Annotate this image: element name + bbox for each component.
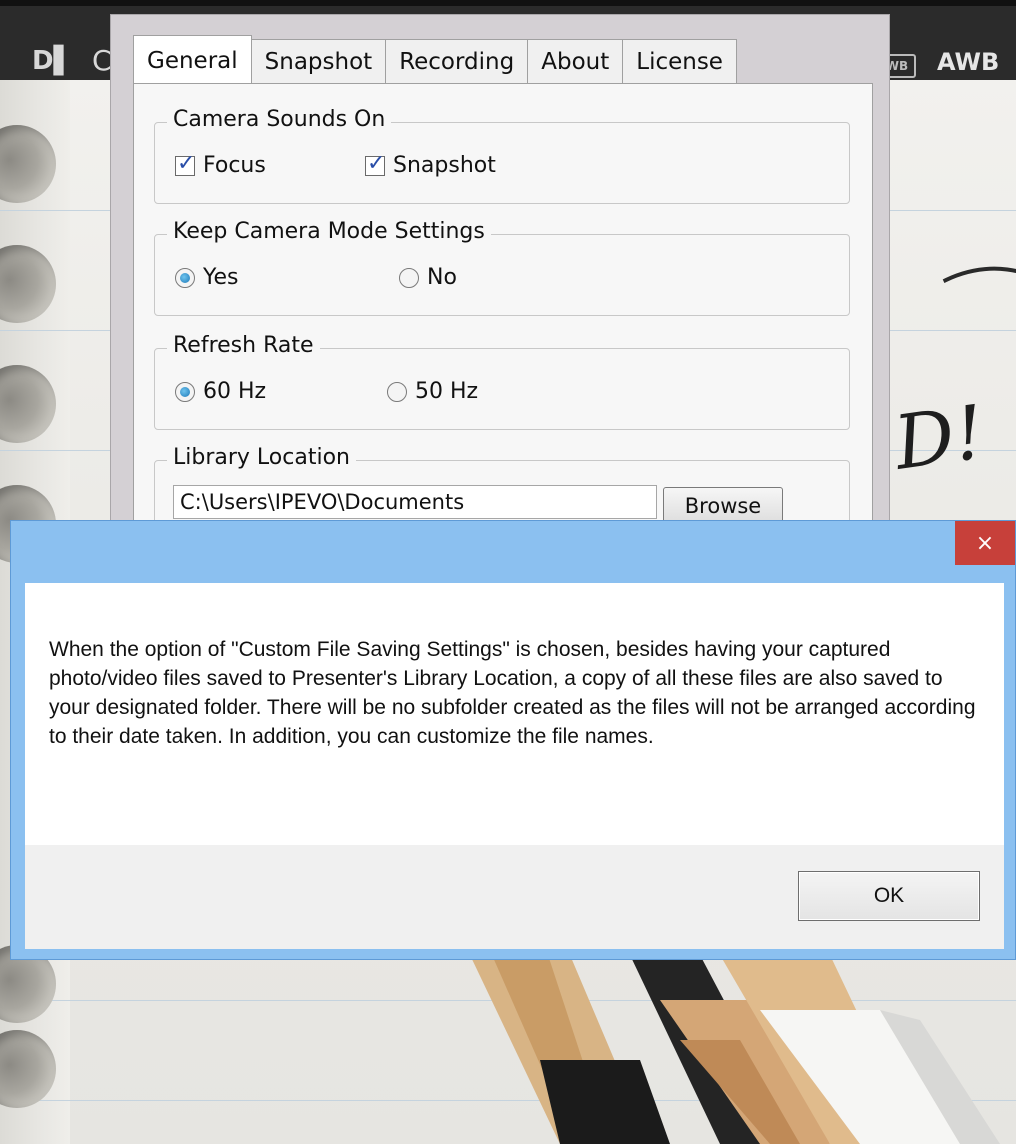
radio-button[interactable]: [399, 267, 419, 288]
checkbox-box[interactable]: ✓: [175, 151, 195, 176]
radio-button[interactable]: [387, 381, 407, 402]
refresh-60hz-radio[interactable]: 60 Hz: [175, 379, 266, 404]
radio-label: No: [427, 265, 457, 290]
tab-license[interactable]: License: [622, 39, 737, 83]
radio-button[interactable]: [175, 267, 195, 288]
radio-label: 60 Hz: [203, 379, 267, 404]
radio-label: Yes: [203, 265, 239, 290]
settings-tabs: General Snapshot Recording About License: [133, 35, 737, 83]
group-title: Camera Sounds On: [167, 107, 392, 132]
radio-button[interactable]: [175, 381, 195, 402]
dialog-message: When the option of "Custom File Saving S…: [49, 638, 976, 748]
toolbar-partial-label[interactable]: C: [92, 44, 112, 77]
checkbox-box[interactable]: ✓: [365, 151, 385, 176]
general-panel: Camera Sounds On ✓ Focus ✓ Snapshot Keep…: [133, 83, 873, 580]
checkbox-label: Focus: [203, 153, 266, 178]
group-title: Refresh Rate: [167, 333, 320, 358]
keep-camera-mode-group: Keep Camera Mode Settings Yes No: [154, 219, 850, 316]
group-title: Keep Camera Mode Settings: [167, 219, 491, 244]
snapshot-sound-checkbox[interactable]: ✓ Snapshot: [365, 151, 496, 178]
camera-sounds-group: Camera Sounds On ✓ Focus ✓ Snapshot: [154, 107, 850, 204]
close-icon[interactable]: ×: [955, 521, 1015, 565]
tab-snapshot[interactable]: Snapshot: [250, 39, 387, 83]
settings-window: General Snapshot Recording About License…: [110, 14, 890, 580]
focus-checkbox[interactable]: ✓ Focus: [175, 151, 266, 178]
dialog-footer: OK: [25, 845, 1004, 949]
ok-button[interactable]: OK: [798, 871, 980, 921]
refresh-rate-group: Refresh Rate 60 Hz 50 Hz: [154, 333, 850, 430]
refresh-50hz-radio[interactable]: 50 Hz: [387, 379, 478, 404]
camera-mode-icon[interactable]: D▌: [32, 46, 74, 76]
group-title: Library Location: [167, 445, 356, 470]
dialog-body: When the option of "Custom File Saving S…: [25, 583, 1004, 949]
tab-about[interactable]: About: [527, 39, 624, 83]
keep-mode-yes-radio[interactable]: Yes: [175, 265, 239, 290]
checkmark-icon: ✓: [177, 150, 196, 176]
radio-label: 50 Hz: [415, 379, 479, 404]
tab-general[interactable]: General: [133, 35, 252, 83]
library-path-input[interactable]: [173, 485, 657, 519]
tab-recording[interactable]: Recording: [385, 39, 529, 83]
awb-label[interactable]: AWB: [937, 48, 999, 76]
checkbox-label: Snapshot: [393, 153, 496, 178]
message-dialog: × When the option of "Custom File Saving…: [10, 520, 1016, 960]
checkmark-icon: ✓: [367, 150, 386, 176]
keep-mode-no-radio[interactable]: No: [399, 265, 457, 290]
